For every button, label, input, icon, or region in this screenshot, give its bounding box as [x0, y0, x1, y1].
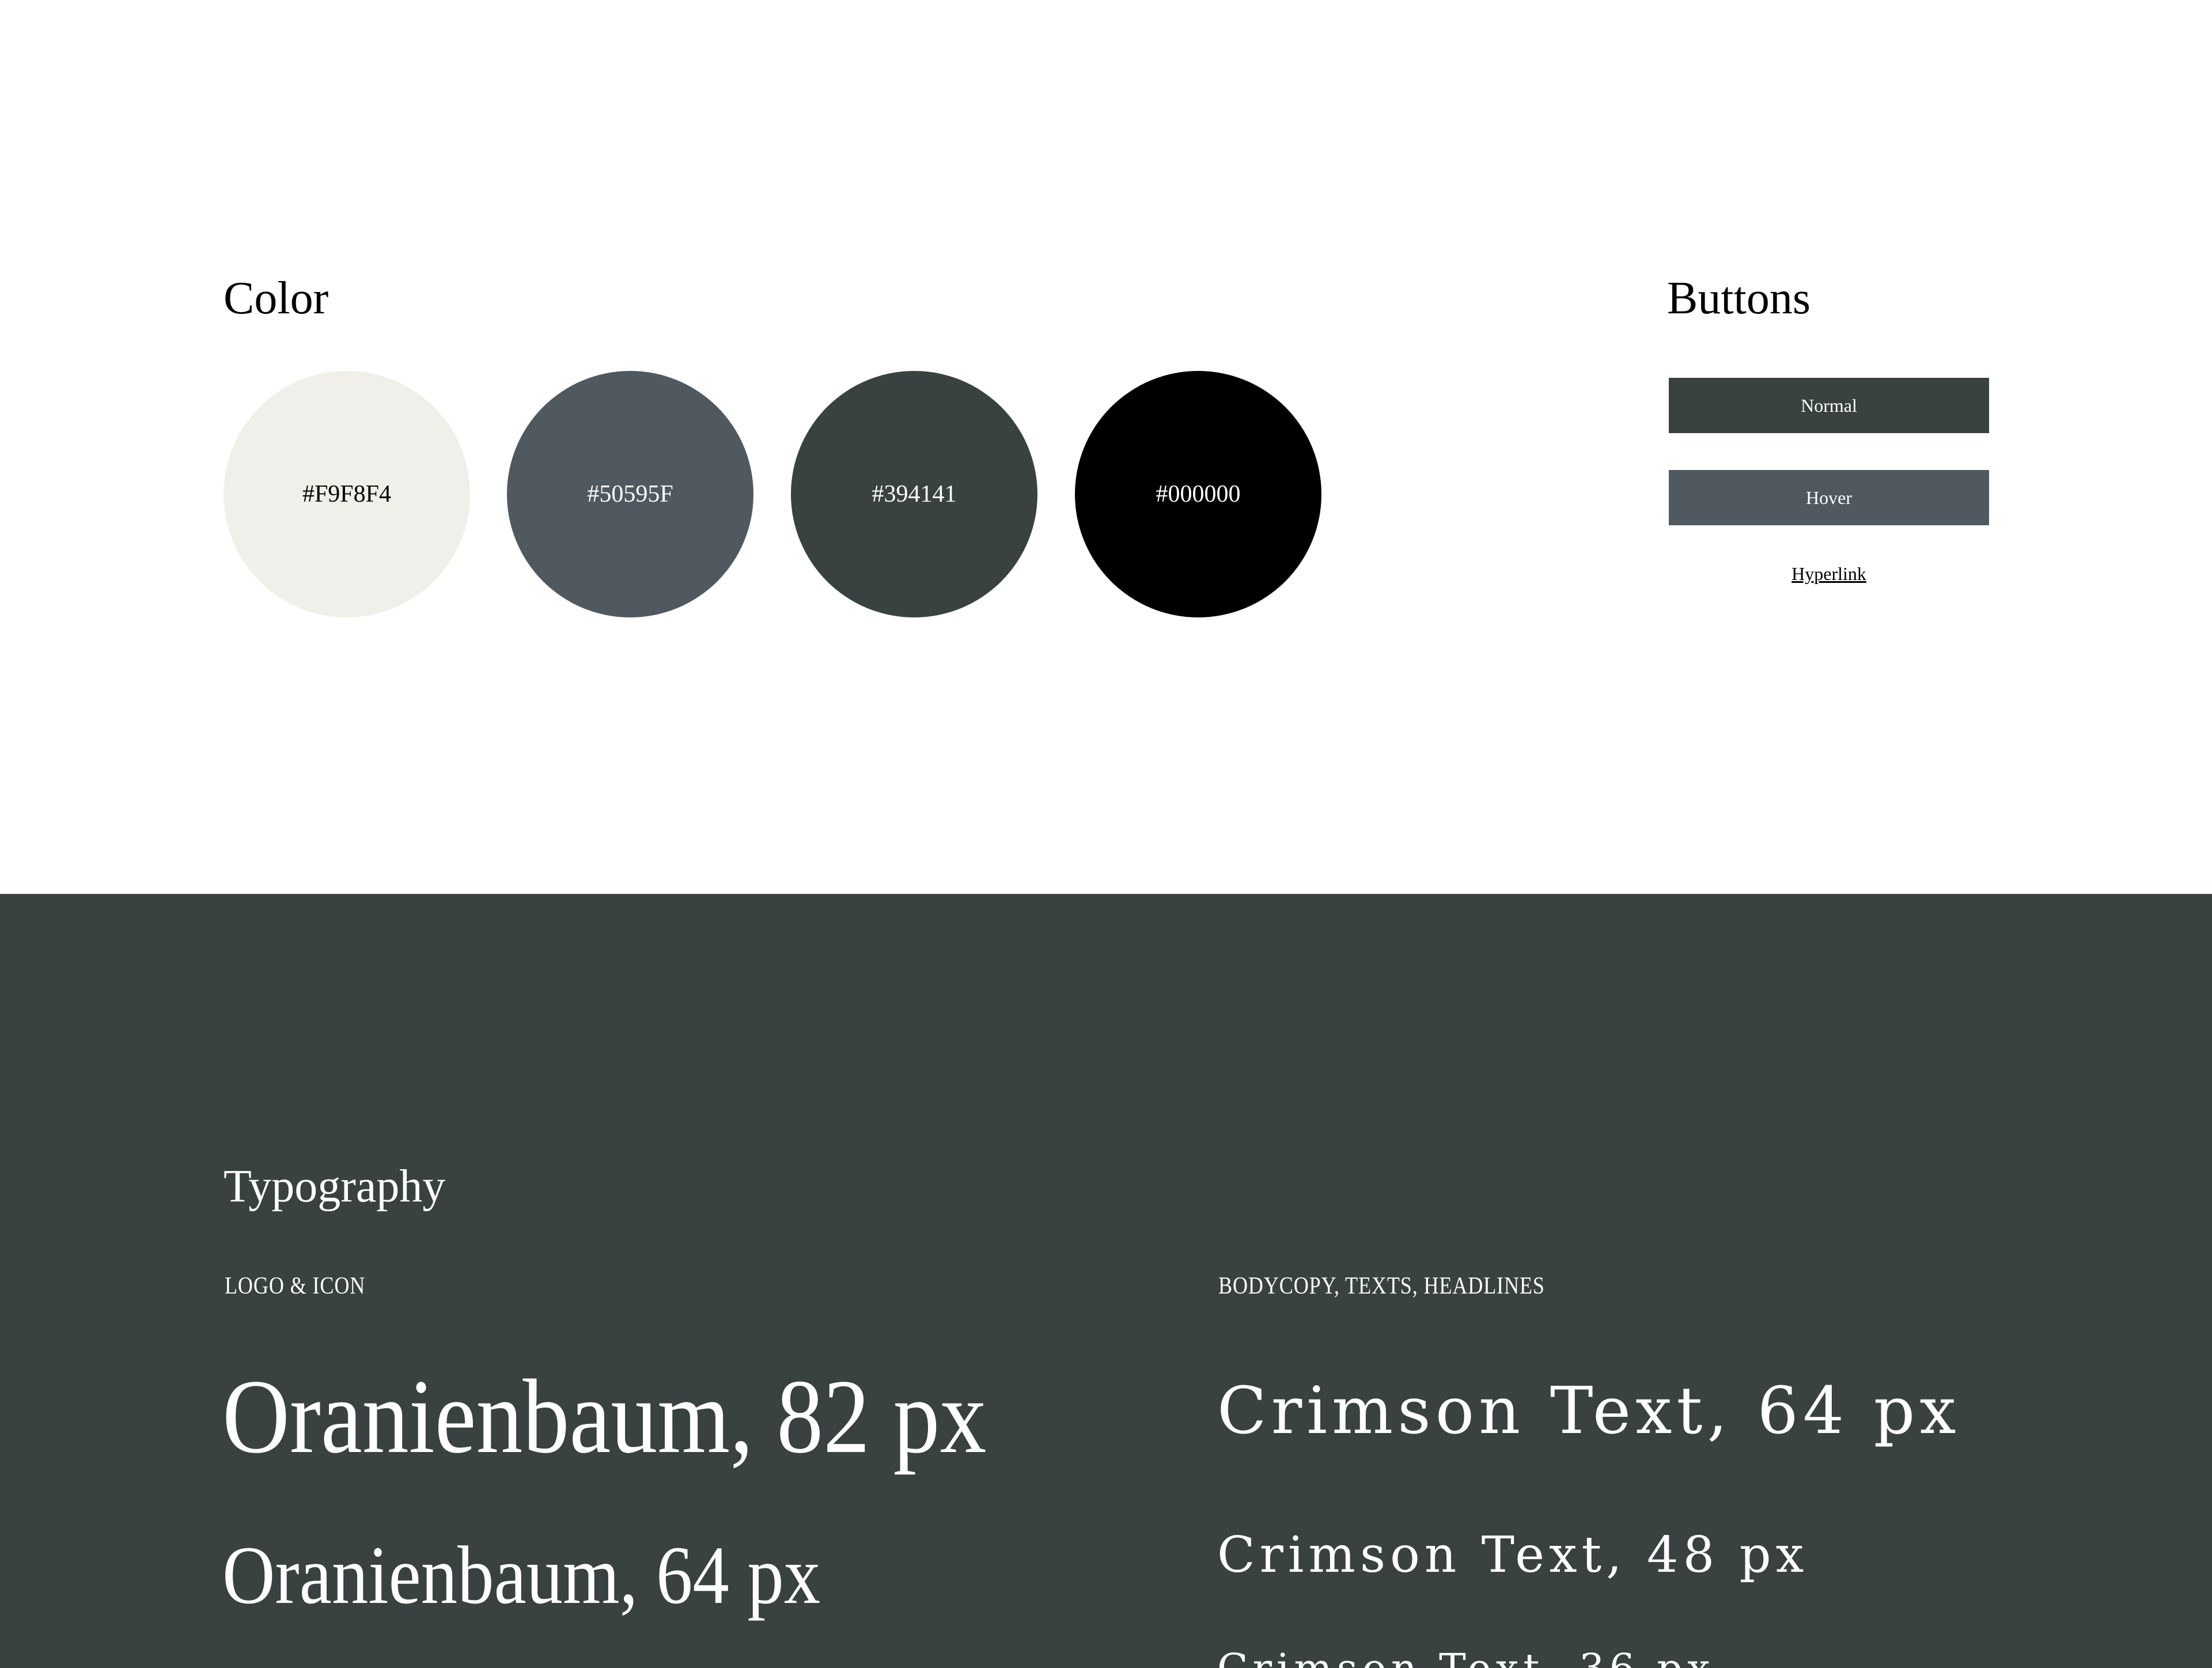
crimson-text-64-sample: Crimson Text, 64 px — [1217, 1374, 1961, 1449]
bodycopy-column-label: BODYCOPY, TEXTS, HEADLINES — [1218, 1273, 1545, 1299]
typography-section-title: Typography — [224, 1161, 446, 1212]
color-swatch-label: #F9F8F4 — [302, 481, 392, 507]
crimson-text-48-sample: Crimson Text, 48 px — [1217, 1526, 1809, 1584]
color-swatch-label: #000000 — [1156, 481, 1241, 507]
color-swatch-label: #50595F — [587, 481, 673, 507]
logo-icon-column-label: LOGO & ICON — [225, 1273, 366, 1299]
color-swatch-394141: #394141 — [791, 371, 1037, 617]
normal-button[interactable]: Normal — [1669, 378, 1989, 433]
hyperlink-sample[interactable]: Hyperlink — [1669, 564, 1989, 583]
color-swatch-000000: #000000 — [1075, 371, 1321, 617]
color-section-title: Color — [224, 273, 329, 324]
oranienbaum-82-sample: Oranienbaum, 82 px — [222, 1358, 987, 1475]
style-guide-top-section: Color #F9F8F4 #50595F #394141 #000000 Bu… — [0, 0, 2212, 894]
crimson-text-36-sample: Crimson Text, 36 px — [1217, 1648, 1715, 1668]
typography-section: Typography LOGO & ICON BODYCOPY, TEXTS, … — [0, 894, 2212, 1668]
hover-button[interactable]: Hover — [1669, 470, 1989, 525]
color-swatch-50595f: #50595F — [507, 371, 753, 617]
oranienbaum-64-sample: Oranienbaum, 64 px — [222, 1530, 821, 1621]
buttons-section-title: Buttons — [1667, 273, 1810, 324]
color-swatch-f9f8f4: #F9F8F4 — [224, 371, 470, 617]
color-swatch-label: #394141 — [872, 481, 957, 507]
